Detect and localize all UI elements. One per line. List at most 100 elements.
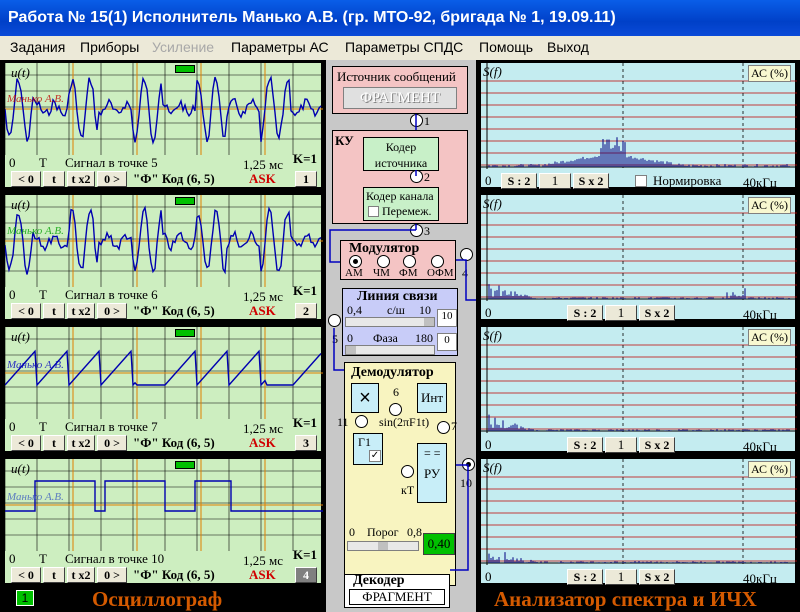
osc-controls: < 0 t t x2 0 > "Ф" Код (6, 5) ASK 3: [5, 435, 321, 453]
normalize-checkbox[interactable]: [635, 175, 647, 187]
gain-label: K=1: [293, 283, 318, 298]
ut-axis-label: u(t): [11, 461, 30, 476]
status-indicator: 1: [16, 590, 34, 606]
code-label: "Ф" Код (6, 5): [133, 303, 215, 318]
trigger-marker[interactable]: [175, 461, 195, 469]
sf-axis-label: S(f): [483, 196, 502, 211]
modulation-label: ASK: [249, 171, 276, 186]
time-x2-button[interactable]: t x2: [67, 303, 95, 319]
trigger-marker[interactable]: [175, 197, 195, 205]
channel-label: Сигнал в точке 6: [65, 287, 158, 302]
scale-down-button[interactable]: S : 2: [567, 305, 603, 321]
scale-value: 1: [605, 569, 637, 585]
menu-spds-params[interactable]: Параметры СПДС: [345, 39, 463, 55]
code-label: "Ф" Код (6, 5): [133, 567, 215, 582]
zero-label: 0: [9, 551, 16, 566]
osc-controls: < 0 t t x2 0 > "Ф" Код (6, 5) ASK 4: [5, 567, 321, 585]
spectrum-title: Анализатор спектра и ИЧХ: [494, 587, 757, 611]
modulation-label: ASK: [249, 435, 276, 450]
time-x2-button[interactable]: t x2: [67, 435, 95, 451]
shift-left-button[interactable]: < 0: [11, 567, 41, 583]
shift-left-button[interactable]: < 0: [11, 435, 41, 451]
osc-info-row: 0 T Сигнал в точке 5 1,25 мс K=1: [5, 151, 321, 172]
menu-exit[interactable]: Выход: [547, 39, 589, 55]
oscilloscope-title: Осциллограф: [92, 587, 223, 611]
spectrum-plot: S(f) АС (%): [481, 195, 797, 301]
zero-label: 0: [9, 419, 16, 434]
ut-axis-label: u(t): [11, 65, 30, 80]
menu-bar: Задания Приборы Усиление Параметры АС Па…: [0, 36, 800, 60]
osc-info-row: 0 T Сигнал в точке 6 1,25 мс K=1: [5, 283, 321, 304]
freq-max-label: 40кГц: [743, 307, 777, 322]
menu-gain: Усиление: [152, 39, 215, 55]
freq-max-label: 40кГц: [743, 439, 777, 454]
ac-percent-button[interactable]: АС (%): [747, 461, 791, 478]
osc-plot: u(t) Манько А.В.: [5, 459, 323, 551]
menu-tasks[interactable]: Задания: [10, 39, 65, 55]
workspace: u(t) Манько А.В. 0 T Сигнал в точке 5 1,…: [0, 60, 800, 612]
time-button[interactable]: t: [43, 435, 65, 451]
scale-down-button[interactable]: S : 2: [567, 437, 603, 453]
spectrum-plot: S(f) АС (%): [481, 63, 797, 169]
scale-value: 1: [605, 437, 637, 453]
sf-axis-label: S(f): [483, 460, 502, 475]
time-x2-button[interactable]: t x2: [67, 171, 95, 187]
menu-devices[interactable]: Приборы: [80, 39, 139, 55]
scale-value: 1: [605, 305, 637, 321]
osc-controls: < 0 t t x2 0 > "Ф" Код (6, 5) ASK 1: [5, 171, 321, 189]
shift-left-button[interactable]: < 0: [11, 303, 41, 319]
oscilloscope-channel-2: u(t) Манько А.В. 0 T Сигнал в точке 6 1,…: [4, 194, 323, 321]
osc-plot: u(t) Манько А.В.: [5, 195, 323, 287]
time-x2-button[interactable]: t x2: [67, 567, 95, 583]
osc-controls: < 0 t t x2 0 > "Ф" Код (6, 5) ASK 2: [5, 303, 321, 321]
signal-wires: [329, 114, 476, 571]
ac-percent-button[interactable]: АС (%): [747, 329, 791, 346]
ut-axis-label: u(t): [11, 197, 30, 212]
t-label: T: [39, 419, 47, 434]
osc-plot: u(t) Манько А.В.: [5, 63, 323, 155]
modulation-label: ASK: [249, 567, 276, 582]
channel-select-button[interactable]: 3: [295, 435, 317, 451]
channel-select-button[interactable]: 1: [295, 171, 317, 187]
scale-up-button[interactable]: S x 2: [639, 569, 675, 585]
trigger-marker[interactable]: [175, 65, 195, 73]
channel-label: Сигнал в точке 5: [65, 155, 158, 170]
time-button[interactable]: t: [43, 303, 65, 319]
shift-right-button[interactable]: 0 >: [97, 171, 127, 187]
t-label: T: [39, 155, 47, 170]
spectrum-controls: 0 S : 2 1 S x 2 40кГц: [481, 437, 797, 454]
scale-down-button[interactable]: S : 2: [501, 173, 537, 189]
scale-value: 1: [539, 173, 571, 189]
time-button[interactable]: t: [43, 567, 65, 583]
freq-zero: 0: [485, 305, 492, 320]
gain-label: K=1: [293, 415, 318, 430]
oscilloscope-channel-1: u(t) Манько А.В. 0 T Сигнал в точке 5 1,…: [4, 62, 323, 189]
shift-left-button[interactable]: < 0: [11, 171, 41, 187]
block-diagram: Источник сообщений ФРАГМЕНТ 1 КУ Кодер и…: [326, 60, 476, 612]
scale-up-button[interactable]: S x 2: [639, 305, 675, 321]
spectrum-controls: 0 S : 2 1 S x 2 40кГц: [481, 569, 797, 586]
spectrum-plot: S(f) АС (%): [481, 459, 797, 565]
shift-right-button[interactable]: 0 >: [97, 303, 127, 319]
time-button[interactable]: t: [43, 171, 65, 187]
watermark: Манько А.В.: [7, 225, 64, 237]
menu-help[interactable]: Помощь: [479, 39, 533, 55]
ac-percent-button[interactable]: АС (%): [747, 65, 791, 82]
menu-as-params[interactable]: Параметры АС: [231, 39, 329, 55]
channel-select-button[interactable]: 4: [295, 567, 317, 583]
trigger-marker[interactable]: [175, 329, 195, 337]
shift-right-button[interactable]: 0 >: [97, 567, 127, 583]
scale-down-button[interactable]: S : 2: [567, 569, 603, 585]
channel-select-button[interactable]: 2: [295, 303, 317, 319]
scale-up-button[interactable]: S x 2: [573, 173, 609, 189]
ac-percent-button[interactable]: АС (%): [747, 197, 791, 214]
zero-label: 0: [9, 155, 16, 170]
scale-up-button[interactable]: S x 2: [639, 437, 675, 453]
gain-label: K=1: [293, 547, 318, 562]
spectrum-controls: 0 S : 2 1 S x 2 Нормировка 40кГц: [481, 173, 797, 190]
window-title: Работа № 15(1) Исполнитель Манько А.В. (…: [0, 0, 800, 36]
freq-max-label: 40кГц: [743, 175, 777, 190]
shift-right-button[interactable]: 0 >: [97, 435, 127, 451]
watermark: Манько А.В.: [7, 93, 64, 105]
channel-label: Сигнал в точке 10: [65, 551, 165, 566]
